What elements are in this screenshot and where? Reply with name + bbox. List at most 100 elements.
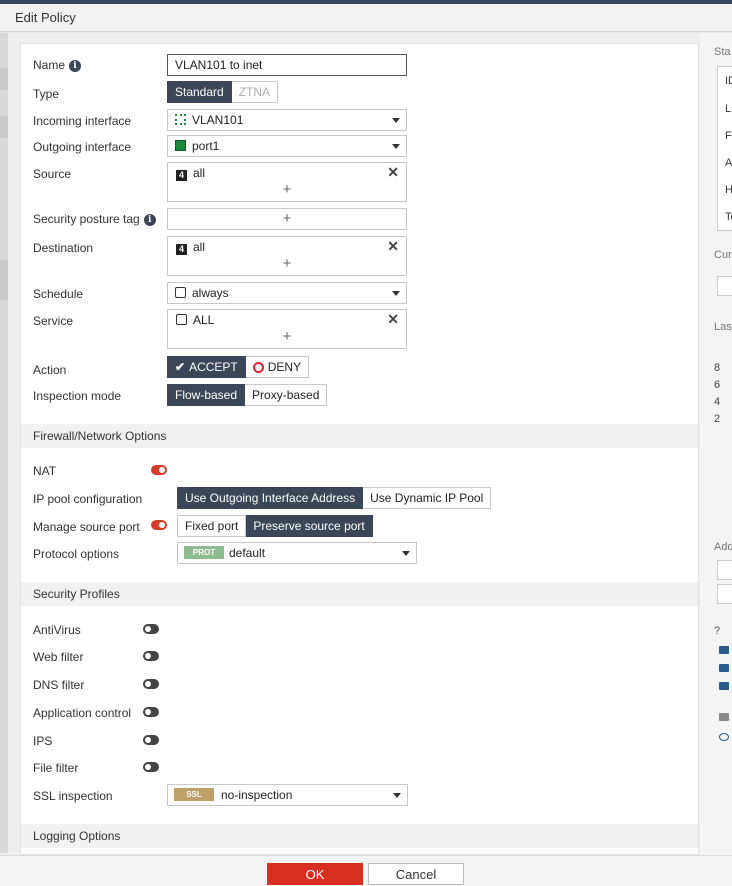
- trash-icon[interactable]: [717, 276, 732, 296]
- flow-based-option[interactable]: Flow-based: [167, 384, 246, 406]
- fixed-port-option[interactable]: Fixed port: [177, 515, 247, 537]
- schedule-label: Schedule: [33, 287, 84, 301]
- use-dynamic-ip-pool-option[interactable]: Use Dynamic IP Pool: [363, 487, 492, 509]
- security-posture-field[interactable]: +: [167, 208, 407, 230]
- manage-source-port-toggle[interactable]: [151, 520, 167, 530]
- nat-label: NAT: [33, 464, 57, 478]
- security-posture-label: Security posture tag i: [33, 212, 156, 226]
- service-label: Service: [33, 314, 74, 328]
- video-icon[interactable]: [719, 682, 729, 690]
- chevron-down-icon: [402, 551, 410, 556]
- checkmark-icon: ✔: [175, 360, 186, 374]
- port-icon: [175, 140, 186, 151]
- manage-source-port-label: Manage source port: [33, 520, 140, 534]
- network-interface-icon: [175, 114, 186, 125]
- add-service-icon[interactable]: +: [283, 328, 292, 345]
- name-label: Name i: [33, 58, 82, 72]
- outgoing-interface-label: Outgoing interface: [33, 140, 132, 154]
- close-icon[interactable]: [717, 584, 732, 604]
- remove-icon[interactable]: ✕: [387, 238, 399, 255]
- antivirus-label: AntiVirus: [33, 623, 81, 637]
- nat-toggle[interactable]: [151, 465, 167, 475]
- add-label: Add: [714, 541, 732, 553]
- right-statistics-panel: Sta ID L F A H To Cur Las 8 6 4 2 Add ?: [700, 33, 732, 855]
- ssl-inspection-select[interactable]: SSL no-inspection: [167, 784, 408, 806]
- edit-policy-dialog: Name i VLAN101 to inet Type Standard ZTNA…: [8, 33, 700, 855]
- info-icon[interactable]: i: [143, 214, 156, 226]
- dialog-title: Edit Policy: [15, 10, 76, 25]
- comment-icon[interactable]: [719, 733, 729, 741]
- ssl-inspection-label: SSL inspection: [33, 789, 113, 803]
- add-posture-tag-icon[interactable]: +: [283, 210, 292, 227]
- dns-filter-toggle[interactable]: [143, 679, 159, 689]
- view-icon[interactable]: [717, 560, 732, 580]
- statistics-table: ID L F A H To: [717, 66, 732, 231]
- help-icon[interactable]: ?: [714, 625, 720, 637]
- web-filter-toggle[interactable]: [143, 651, 159, 661]
- statistics-header: Sta: [714, 46, 731, 58]
- document-icon[interactable]: [719, 646, 729, 654]
- schedule-select[interactable]: always: [167, 282, 407, 304]
- prot-badge: PROT: [184, 546, 224, 559]
- type-standard-option[interactable]: Standard: [167, 81, 232, 103]
- destination-field[interactable]: 4 all ✕ +: [167, 236, 407, 276]
- info-icon[interactable]: i: [69, 60, 82, 72]
- ssl-badge: SSL: [174, 788, 214, 801]
- background-page-edge: [0, 33, 8, 853]
- logging-options-header: Logging Options: [21, 824, 698, 848]
- accept-button[interactable]: ✔ ACCEPT: [167, 356, 246, 378]
- outgoing-interface-select[interactable]: port1: [167, 135, 407, 157]
- proxy-based-option[interactable]: Proxy-based: [245, 384, 328, 406]
- incoming-interface-select[interactable]: VLAN101: [167, 109, 407, 131]
- ips-label: IPS: [33, 734, 53, 748]
- source-label: Source: [33, 167, 72, 181]
- address-icon: 4: [176, 170, 187, 181]
- protocol-options-label: Protocol options: [33, 547, 120, 561]
- cancel-button[interactable]: Cancel: [368, 863, 464, 885]
- chevron-down-icon: [392, 291, 400, 296]
- ips-toggle[interactable]: [143, 735, 159, 745]
- application-control-toggle[interactable]: [143, 707, 159, 717]
- address-icon: 4: [176, 244, 187, 255]
- incoming-interface-label: Incoming interface: [33, 114, 132, 128]
- protocol-options-select[interactable]: PROT default: [177, 542, 417, 564]
- file-filter-label: File filter: [33, 761, 79, 775]
- type-ztna-option[interactable]: ZTNA: [231, 81, 279, 103]
- deny-button[interactable]: DENY: [245, 356, 310, 378]
- current-label: Cur: [714, 249, 732, 261]
- add-destination-icon[interactable]: +: [283, 255, 292, 272]
- action-selector: ✔ ACCEPT DENY: [167, 356, 310, 378]
- dns-filter-label: DNS filter: [33, 678, 85, 692]
- web-filter-label: Web filter: [33, 650, 84, 664]
- file-filter-toggle[interactable]: [143, 762, 159, 772]
- source-field[interactable]: 4 all ✕ +: [167, 162, 407, 202]
- remove-icon[interactable]: ✕: [387, 311, 399, 328]
- use-outgoing-interface-option[interactable]: Use Outgoing Interface Address: [177, 487, 364, 509]
- remove-icon[interactable]: ✕: [387, 164, 399, 181]
- name-input[interactable]: VLAN101 to inet: [167, 54, 407, 76]
- dialog-titlebar: Edit Policy: [0, 4, 732, 32]
- ip-pool-label: IP pool configuration: [33, 492, 143, 506]
- clock-icon: [175, 287, 186, 298]
- security-profiles-header: Security Profiles: [21, 582, 698, 606]
- type-label: Type: [33, 87, 60, 101]
- add-source-icon[interactable]: +: [283, 181, 292, 198]
- preserve-source-port-option[interactable]: Preserve source port: [246, 515, 373, 537]
- firewall-section-header: Firewall/Network Options: [21, 424, 698, 448]
- service-field[interactable]: ALL ✕ +: [167, 309, 407, 349]
- dialog-footer: OK Cancel: [0, 855, 732, 886]
- source-port-selector: Fixed port Preserve source port: [177, 515, 373, 537]
- policy-form: Name i VLAN101 to inet Type Standard ZTNA…: [20, 43, 699, 855]
- video-icon[interactable]: [719, 664, 729, 672]
- chevron-down-icon: [393, 793, 401, 798]
- antivirus-toggle[interactable]: [143, 624, 159, 634]
- inspection-mode-label: Inspection mode: [33, 389, 122, 403]
- ok-button[interactable]: OK: [267, 863, 363, 885]
- last-label: Las: [714, 321, 732, 333]
- chat-icon: [719, 713, 729, 721]
- application-control-label: Application control: [33, 706, 132, 720]
- type-selector: Standard ZTNA: [167, 81, 279, 103]
- deny-icon: [252, 362, 264, 373]
- ip-pool-selector: Use Outgoing Interface Address Use Dynam…: [177, 487, 492, 509]
- chevron-down-icon: [392, 144, 400, 149]
